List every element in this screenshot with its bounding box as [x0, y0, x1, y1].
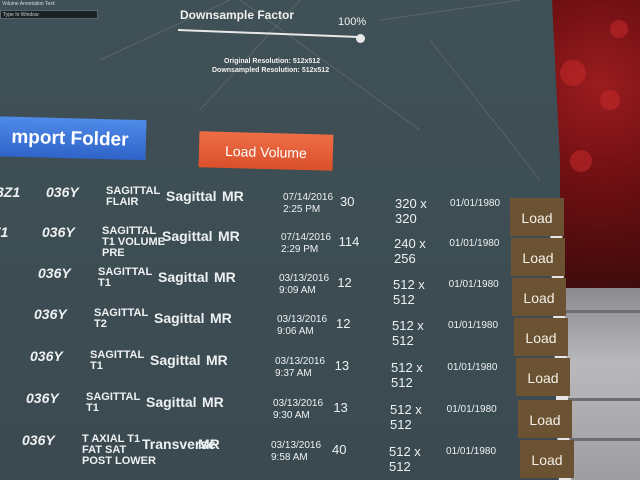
table-row: 036Y SAGITTAL T1 Sagittal MR 03/13/2016 9:37…: [0, 346, 560, 390]
series-datetime: 03/13/2016 9:30 AM: [273, 398, 324, 421]
series-plane: Sagittal: [166, 188, 217, 204]
image-dimensions: 512 x 512: [393, 277, 425, 307]
series-datetime: 03/13/2016 9:58 AM: [271, 440, 322, 463]
table-row: 3Z1 036Y SAGITTAL FLAIR Sagittal MR 07/14/201…: [0, 182, 560, 226]
series-datetime: 03/13/2016 9:06 AM: [277, 314, 328, 337]
load-series-button[interactable]: Load: [510, 198, 564, 236]
patient-age: 036Y: [26, 390, 59, 406]
patient-age: 036Y: [42, 224, 75, 240]
patient-age: 036Y: [46, 184, 79, 200]
series-modality: MR: [210, 310, 232, 326]
series-description: SAGITTAL T1: [98, 266, 153, 289]
image-count: 13: [334, 358, 350, 373]
table-row: 3036YSAGITTAL T1SagittalMR03/13/2016 9:0…: [0, 263, 560, 307]
image-dimensions: 512 x 512: [390, 402, 422, 432]
series-description: SAGITTAL T1: [90, 349, 145, 372]
image-count: 30: [340, 194, 355, 209]
series-modality: MR: [218, 228, 240, 244]
image-count: 12: [336, 316, 351, 331]
series-id: Z1: [0, 224, 9, 240]
series-description: SAGITTAL T2: [94, 307, 149, 330]
downsampled-resolution: Downsampled Resolution: 512x512: [212, 67, 330, 74]
table-row: 036Y SAGITTAL T1 Sagittal MR 03/13/2016 9:30…: [0, 388, 560, 432]
annotation-text-input[interactable]: Type In Window: [0, 10, 98, 19]
original-resolution: Original Resolution: 512x512: [224, 58, 321, 65]
load-series-button[interactable]: Load: [516, 358, 570, 396]
load-series-button[interactable]: Load: [518, 400, 572, 438]
series-modality: MR: [202, 394, 224, 410]
import-folder-button[interactable]: mport Folder: [0, 115, 147, 161]
patient-birthdate: 01/01/1980: [449, 238, 500, 249]
series-plane: Sagittal: [162, 228, 213, 244]
series-id: 3Z1: [0, 184, 21, 200]
series-plane: Sagittal: [150, 352, 201, 368]
patient-birthdate: 01/01/1980: [448, 320, 499, 331]
patient-age: 036Y: [22, 432, 55, 448]
patient-birthdate: 01/01/1980: [450, 198, 501, 209]
load-series-button[interactable]: Load: [511, 238, 565, 276]
patient-age: 036Y: [34, 306, 67, 322]
patient-age: 036Y: [38, 265, 71, 281]
series-description: SAGITTAL T1: [86, 391, 141, 414]
image-count: 40: [332, 442, 347, 457]
series-plane: Sagittal: [154, 310, 205, 326]
series-datetime: 07/14/2016 2:29 PM: [281, 232, 332, 255]
annotation-label: Volume Annotation Text:: [2, 1, 56, 7]
image-count: 13: [333, 400, 348, 415]
patient-birthdate: 01/01/1980: [447, 362, 498, 373]
downsample-percent: 100%: [338, 16, 367, 28]
load-series-button[interactable]: Load: [512, 278, 566, 316]
series-datetime: 03/13/2016 9:37 AM: [275, 356, 326, 379]
image-dimensions: 512 x 512: [389, 444, 421, 474]
series-modality: MR: [222, 188, 244, 204]
load-volume-button[interactable]: Load Volume: [198, 131, 334, 171]
table-row: 036Y SAGITTAL T2 Sagittal MR 03/13/2016 9:06…: [0, 304, 560, 348]
patient-birthdate: 01/01/1980: [446, 446, 497, 457]
image-count: 114: [338, 234, 360, 249]
series-plane: Sagittal: [158, 269, 209, 285]
table-row: Z1 036Y SAGITTAL T1 VOLUME PRESagittal MR 07…: [0, 222, 560, 266]
image-count: 12: [337, 275, 352, 290]
load-series-button[interactable]: Load: [520, 440, 574, 478]
image-dimensions: 512 x 512: [392, 318, 424, 348]
patient-birthdate: 01/01/1980: [448, 279, 499, 290]
series-description: SAGITTAL T1 VOLUME PRE: [102, 225, 165, 259]
load-series-button[interactable]: Load: [514, 318, 568, 356]
series-description: SAGITTAL FLAIR: [106, 185, 161, 208]
patient-age: 036Y: [30, 348, 63, 364]
image-dimensions: 240 x 256: [394, 236, 426, 266]
series-modality: MR: [198, 436, 220, 452]
series-datetime: 03/13/2016 9:09 AM: [279, 273, 330, 296]
downsample-title: Downsample Factor: [180, 8, 295, 22]
downsample-slider-thumb[interactable]: [356, 34, 365, 43]
table-row: 036Y T AXIAL T1 FAT SAT POST LOWER Transve…: [0, 430, 560, 474]
patient-birthdate: 01/01/1980: [446, 404, 497, 415]
series-modality: MR: [206, 352, 228, 368]
series-modality: MR: [214, 269, 236, 285]
series-datetime: 07/14/2016 2:25 PM: [283, 192, 334, 215]
image-dimensions: 512 x 512: [391, 360, 423, 390]
series-plane: Sagittal: [146, 394, 197, 410]
